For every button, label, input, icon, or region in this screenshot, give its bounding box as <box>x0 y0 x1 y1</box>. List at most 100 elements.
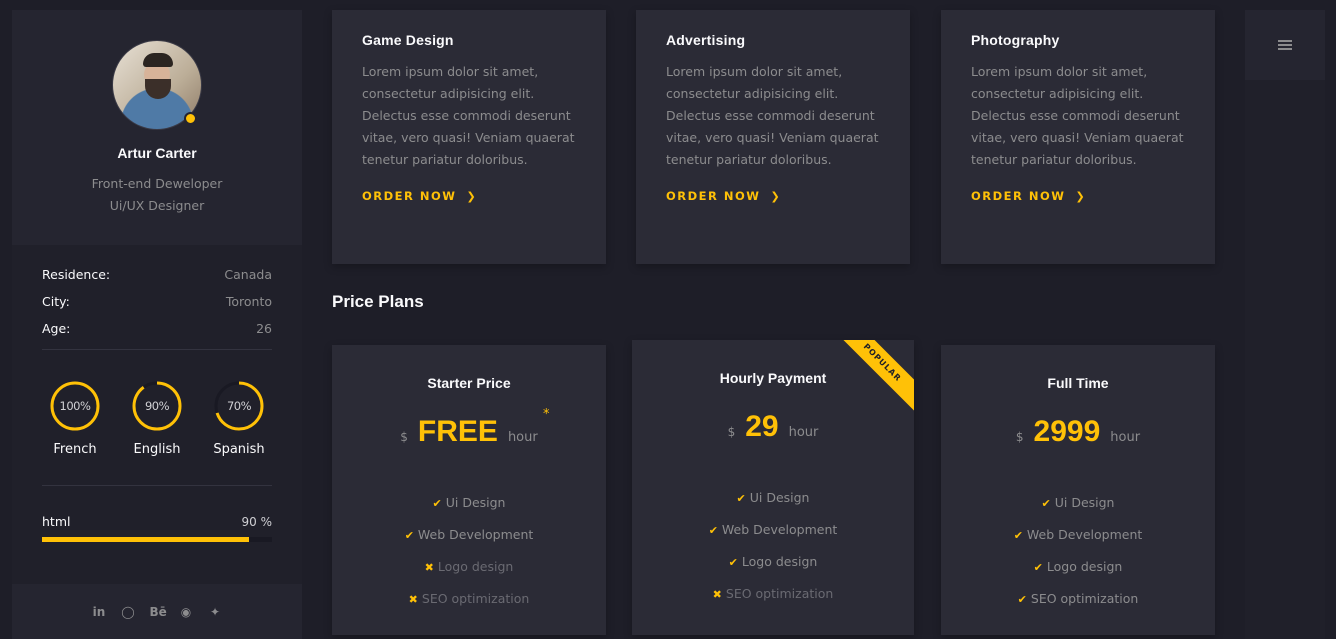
skill-percent: 90 % <box>241 515 273 529</box>
chevron-right-icon: ❯ <box>466 189 476 203</box>
order-now-label: ORDER NOW <box>971 189 1066 203</box>
feature-item: ✔ Ui Design <box>332 487 606 519</box>
language-name: English <box>133 442 181 457</box>
plan-price: $ 2999 hour <box>941 415 1215 449</box>
check-icon: ✔ <box>728 556 738 569</box>
feature-item: ✖ SEO optimization <box>632 578 914 610</box>
price-currency: $ <box>400 430 408 444</box>
order-now-label: ORDER NOW <box>362 189 457 203</box>
feature-list: ✔ Ui Design ✔ Web Development ✔ Logo design ✔ S… <box>941 487 1215 615</box>
feature-list: ✔ Ui Design ✔ Web Development ✔ Logo design ✖ S… <box>632 482 914 610</box>
service-card-game-design: Game Design Lorem ipsum dolor sit amet, … <box>332 10 606 264</box>
plan-price: $ FREE hour * <box>332 407 606 449</box>
info-key: Residence: <box>42 267 111 282</box>
progress-ring: 70% <box>213 380 265 432</box>
feature-text: Logo design <box>437 559 514 574</box>
avatar-hair <box>143 53 173 67</box>
progress-ring: 90% <box>131 380 183 432</box>
feature-text: SEO optimization <box>725 586 834 601</box>
language-name: Spanish <box>213 442 265 457</box>
hamburger-menu-icon <box>1278 38 1292 52</box>
price-amount: 29 <box>745 410 779 443</box>
language-percent: 70% <box>226 399 252 413</box>
price-unit: hour <box>788 425 819 440</box>
check-icon: ✔ <box>1017 593 1027 606</box>
avatar[interactable] <box>112 40 202 130</box>
plan-title: Full Time <box>1047 375 1109 391</box>
order-now-link[interactable]: ORDER NOW ❯ <box>971 189 1185 203</box>
language-percent: 100% <box>59 399 91 413</box>
order-now-label: ORDER NOW <box>666 189 761 203</box>
language-spanish: 70% Spanish <box>204 380 274 457</box>
section-title: Price Plans <box>332 292 424 311</box>
avatar-beard <box>145 79 171 99</box>
behance-icon[interactable]: Bē <box>150 605 167 619</box>
language-french: 100% French <box>40 380 110 457</box>
feature-item: ✔ SEO optimization <box>941 583 1215 615</box>
price-currency: $ <box>727 425 736 439</box>
price-note: * <box>543 407 550 422</box>
skill-bar <box>42 537 272 542</box>
price-amount: FREE <box>417 415 498 448</box>
info-list: Residence: Canada City: Toronto Age: 26 <box>12 245 302 346</box>
service-title: Advertising <box>666 32 746 48</box>
service-text: Lorem ipsum dolor sit amet, consectetur … <box>362 64 575 167</box>
feature-item: ✔ Logo design <box>632 546 914 578</box>
profile-role: Front-end Deweloper Ui/UX Designer <box>12 173 302 217</box>
check-icon: ✔ <box>404 529 414 542</box>
progress-ring: 100% <box>49 380 101 432</box>
cross-icon: ✖ <box>712 588 722 601</box>
info-value: 26 <box>256 321 272 336</box>
twitter-icon[interactable]: ✦ <box>208 605 223 619</box>
feature-text: Logo design <box>741 554 818 569</box>
info-key: Age: <box>42 321 71 336</box>
plan-title: Hourly Payment <box>719 370 827 386</box>
info-key: City: <box>42 294 70 309</box>
service-title: Game Design <box>362 32 454 48</box>
check-icon: ✔ <box>736 492 746 505</box>
check-icon: ✔ <box>708 524 718 537</box>
order-now-link[interactable]: ORDER NOW ❯ <box>362 189 576 203</box>
profile-role-line: Front-end Deweloper <box>91 176 223 191</box>
feature-item: ✔ Web Development <box>632 514 914 546</box>
skill-name: html <box>42 514 71 529</box>
language-percent: 90% <box>144 399 170 413</box>
plan-card-starter[interactable]: Starter Price $ FREE hour * ✔ Ui Design ✔ W… <box>332 345 606 635</box>
feature-text: SEO optimization <box>1030 591 1139 606</box>
cross-icon: ✖ <box>408 593 418 606</box>
feature-text: SEO optimization <box>421 591 530 606</box>
feature-list: ✔ Ui Design ✔ Web Development ✖ Logo design ✖ S… <box>332 487 606 615</box>
info-row-city: City: Toronto <box>42 292 272 319</box>
feature-item: ✔ Logo design <box>941 551 1215 583</box>
info-row-residence: Residence: Canada <box>42 265 272 292</box>
feature-item: ✔ Web Development <box>332 519 606 551</box>
language-name: French <box>53 442 97 457</box>
feature-text: Ui Design <box>1054 495 1115 510</box>
info-value: Toronto <box>225 294 272 309</box>
plan-card-hourly[interactable]: POPULAR Hourly Payment $ 29 hour ✔ Ui Des… <box>632 340 914 635</box>
skill-head: html 90 % <box>42 514 272 529</box>
profile-card: Artur Carter Front-end Deweloper Ui/UX D… <box>12 10 302 245</box>
order-now-link[interactable]: ORDER NOW ❯ <box>666 189 880 203</box>
feature-text: Web Development <box>1026 527 1143 542</box>
plan-price: $ 29 hour <box>632 410 914 444</box>
sidebar: Artur Carter Front-end Deweloper Ui/UX D… <box>12 10 302 639</box>
dribbble-icon[interactable]: ◯ <box>121 605 136 619</box>
cross-icon: ✖ <box>424 561 434 574</box>
feature-item: ✔ Ui Design <box>941 487 1215 519</box>
menu-button[interactable] <box>1245 10 1325 80</box>
profile-name: Artur Carter <box>117 145 197 161</box>
plan-title: Starter Price <box>427 375 511 391</box>
plan-card-full-time[interactable]: Full Time $ 2999 hour ✔ Ui Design ✔ Web Dev… <box>941 345 1215 635</box>
github-icon[interactable]: ◉ <box>179 605 194 619</box>
service-card-photography: Photography Lorem ipsum dolor sit amet, … <box>941 10 1215 264</box>
feature-item: ✖ SEO optimization <box>332 583 606 615</box>
service-card-advertising: Advertising Lorem ipsum dolor sit amet, … <box>636 10 910 264</box>
linkedin-icon[interactable]: in <box>92 605 107 619</box>
chevron-right-icon: ❯ <box>1075 189 1085 203</box>
price-amount: 2999 <box>1033 415 1101 448</box>
feature-text: Ui Design <box>445 495 506 510</box>
check-icon: ✔ <box>1041 497 1051 510</box>
feature-item: ✔ Web Development <box>941 519 1215 551</box>
price-unit: hour <box>507 430 538 445</box>
